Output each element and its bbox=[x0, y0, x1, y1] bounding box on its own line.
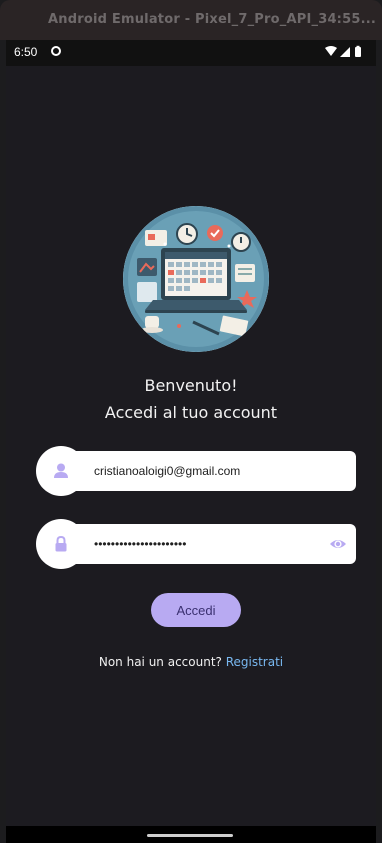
lock-icon bbox=[55, 536, 67, 552]
signup-link[interactable]: Registrati bbox=[226, 655, 283, 669]
notification-icon bbox=[51, 46, 61, 56]
app-logo bbox=[123, 206, 269, 352]
status-icons bbox=[324, 45, 364, 59]
welcome-title: Benvenuto! bbox=[144, 376, 238, 395]
email-input[interactable] bbox=[94, 461, 314, 481]
window-title: Android Emulator - Pixel_7_Pro_API_34:55… bbox=[48, 12, 376, 27]
email-field[interactable] bbox=[36, 446, 356, 496]
status-bar: 6:50 bbox=[6, 40, 376, 66]
calendar-laptop-illustration bbox=[123, 206, 269, 352]
emulator-titlebar: Android Emulator - Pixel_7_Pro_API_34:55… bbox=[0, 0, 382, 40]
device-screen: 6:50 Benvenuto! Accedi al tuo account cr… bbox=[6, 40, 376, 843]
status-time: 6:50 bbox=[14, 45, 38, 59]
password-input[interactable] bbox=[94, 534, 314, 554]
signup-prompt: Non hai un account? bbox=[98, 655, 226, 669]
home-gesture-handle[interactable] bbox=[147, 834, 233, 837]
person-icon bbox=[54, 463, 68, 478]
password-field[interactable] bbox=[36, 519, 356, 569]
email-icon-bubble bbox=[36, 446, 86, 496]
signup-row: Non hai un account? Registrati bbox=[6, 655, 376, 669]
welcome-subtitle: Accedi al tuo account bbox=[104, 403, 278, 422]
navigation-bar bbox=[6, 826, 376, 843]
wifi-signal-battery-icon bbox=[325, 45, 361, 57]
login-button[interactable]: Accedi bbox=[151, 593, 241, 627]
password-icon-bubble bbox=[36, 519, 86, 569]
show-password-icon[interactable] bbox=[329, 536, 347, 556]
